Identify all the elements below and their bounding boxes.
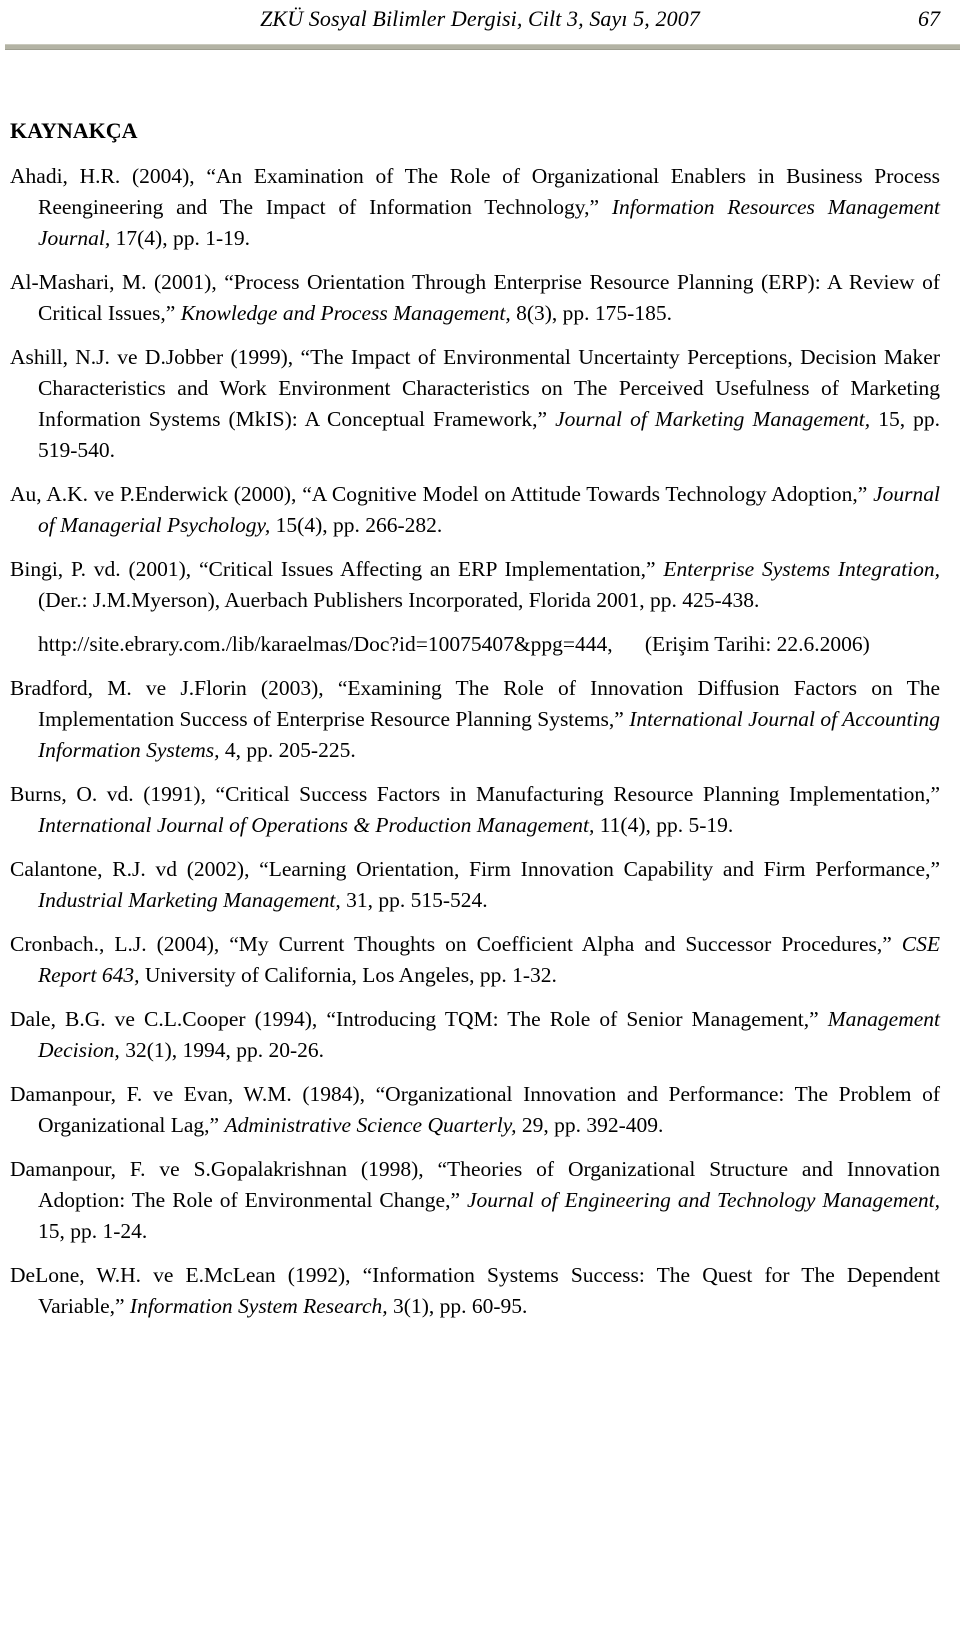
reference-entry: Ashill, N.J. ve D.Jobber (1999), “The Im…	[10, 342, 940, 466]
reference-entry: Al-Mashari, M. (2001), “Process Orientat…	[10, 267, 940, 329]
reference-entry: http://site.ebrary.com./lib/karaelmas/Do…	[10, 629, 940, 660]
reference-source-title: Journal of Engineering and Technology Ma…	[467, 1188, 940, 1212]
reference-text: http://site.ebrary.com./lib/karaelmas/Do…	[38, 632, 870, 656]
running-header: ZKÜ Sosyal Bilimler Dergisi, Cilt 3, Say…	[0, 0, 960, 56]
header-rule-divider	[5, 44, 960, 50]
reference-text: 31, pp. 515-524.	[340, 888, 488, 912]
reference-entry: Bingi, P. vd. (2001), “Critical Issues A…	[10, 554, 940, 616]
reference-text: Bingi, P. vd. (2001), “Critical Issues A…	[10, 557, 664, 581]
reference-source-title: Industrial Marketing Management,	[38, 888, 341, 912]
reference-text: (Der.: J.M.Myerson), Auerbach Publishers…	[38, 588, 760, 612]
reference-list: Ahadi, H.R. (2004), “An Examination of T…	[10, 161, 940, 1322]
reference-entry: Burns, O. vd. (1991), “Critical Success …	[10, 779, 940, 841]
reference-source-title: Enterprise Systems Integration,	[663, 557, 941, 581]
reference-text: 29, pp. 392-409.	[516, 1113, 664, 1137]
reference-entry: Ahadi, H.R. (2004), “An Examination of T…	[10, 161, 940, 254]
reference-text: University of California, Los Angeles, p…	[139, 963, 557, 987]
reference-entry: Dale, B.G. ve C.L.Cooper (1994), “Introd…	[10, 1004, 940, 1066]
reference-text: 3(1), pp. 60-95.	[387, 1294, 528, 1318]
reference-entry: Damanpour, F. ve Evan, W.M. (1984), “Org…	[10, 1079, 940, 1141]
reference-source-title: Information System Research,	[129, 1294, 388, 1318]
page-number: 67	[918, 6, 940, 31]
reference-text: 4, pp. 205-225.	[219, 738, 356, 762]
reference-text: Calantone, R.J. vd (2002), “Learning Ori…	[10, 857, 940, 881]
reference-text: Dale, B.G. ve C.L.Cooper (1994), “Introd…	[10, 1007, 828, 1031]
document-body: KAYNAKÇA Ahadi, H.R. (2004), “An Examina…	[0, 118, 960, 1322]
reference-entry: Au, A.K. ve P.Enderwick (2000), “A Cogni…	[10, 479, 940, 541]
reference-text: 15, pp. 1-24.	[38, 1219, 148, 1243]
reference-entry: DeLone, W.H. ve E.McLean (1992), “Inform…	[10, 1260, 940, 1322]
running-header-title: ZKÜ Sosyal Bilimler Dergisi, Cilt 3, Say…	[260, 6, 700, 31]
reference-entry: Cronbach., L.J. (2004), “My Current Thou…	[10, 929, 940, 991]
reference-text: 15(4), pp. 266-282.	[270, 513, 443, 537]
reference-entry: Bradford, M. ve J.Florin (2003), “Examin…	[10, 673, 940, 766]
reference-text: Au, A.K. ve P.Enderwick (2000), “A Cogni…	[10, 482, 874, 506]
reference-text: 32(1), 1994, pp. 20-26.	[119, 1038, 325, 1062]
section-heading-references: KAYNAKÇA	[10, 118, 138, 143]
reference-text: Cronbach., L.J. (2004), “My Current Thou…	[10, 932, 902, 956]
reference-text: Burns, O. vd. (1991), “Critical Success …	[10, 782, 940, 806]
reference-source-title: Knowledge and Process Management,	[180, 301, 511, 325]
reference-text: 8(3), pp. 175-185.	[510, 301, 672, 325]
reference-entry: Damanpour, F. ve S.Gopalakrishnan (1998)…	[10, 1154, 940, 1247]
reference-source-title: International Journal of Operations & Pr…	[38, 813, 595, 837]
reference-entry: Calantone, R.J. vd (2002), “Learning Ori…	[10, 854, 940, 916]
reference-source-title: Administrative Science Quarterly,	[224, 1113, 517, 1137]
reference-source-title: Journal of Marketing Management,	[555, 407, 871, 431]
reference-text: 11(4), pp. 5-19.	[594, 813, 734, 837]
reference-text: 17(4), pp. 1-19.	[110, 226, 250, 250]
document-page: ZKÜ Sosyal Bilimler Dergisi, Cilt 3, Say…	[0, 0, 960, 1640]
